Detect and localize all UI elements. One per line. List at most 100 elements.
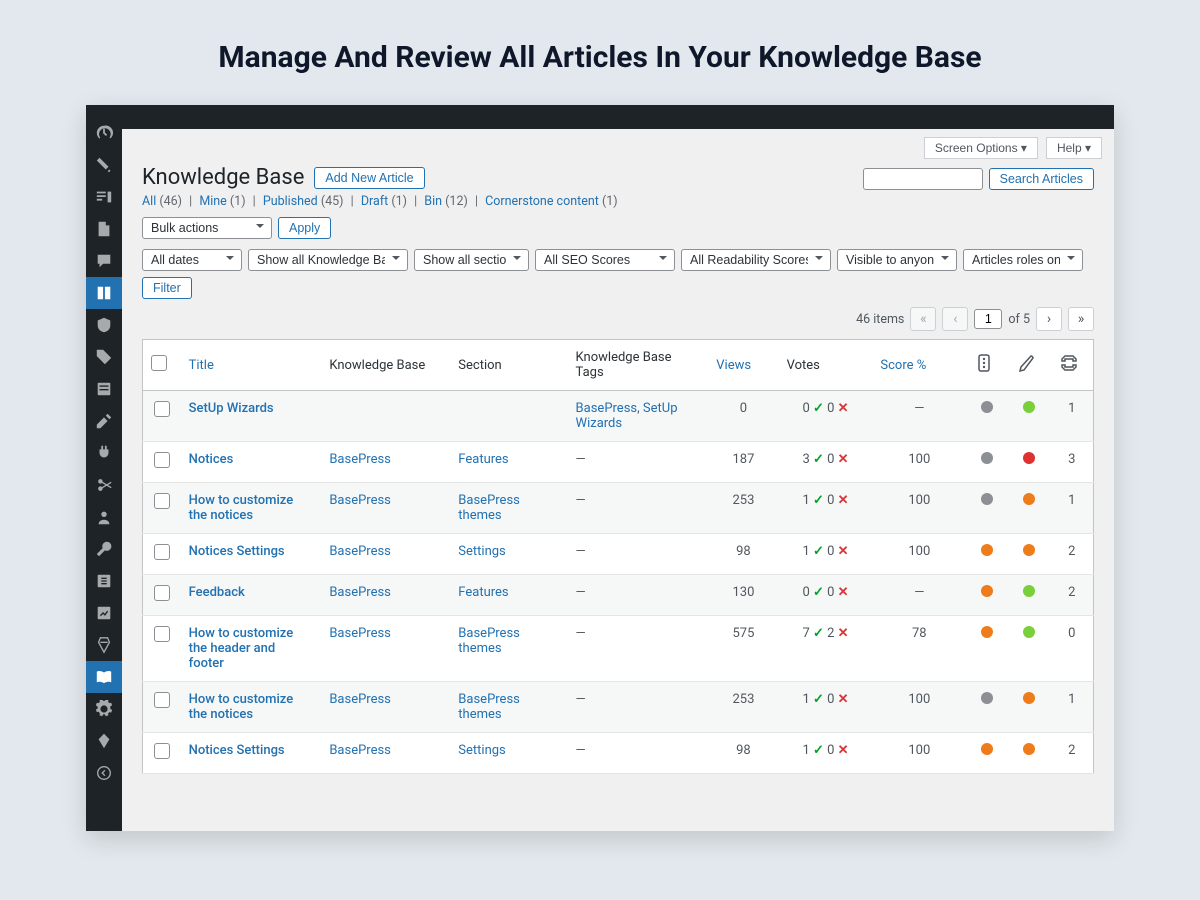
- col-title[interactable]: Title: [181, 340, 322, 391]
- filter-kb-select[interactable]: Show all Knowledge Bases: [248, 249, 408, 271]
- section-link[interactable]: BasePress themes: [458, 626, 520, 656]
- sidebar-item-pages[interactable]: [86, 213, 122, 245]
- filter-button[interactable]: Filter: [142, 277, 192, 299]
- first-page-button[interactable]: «: [910, 307, 936, 331]
- current-page-input[interactable]: [974, 309, 1002, 329]
- readability-dot: [1008, 616, 1050, 682]
- links-count: 2: [1051, 534, 1094, 575]
- search-articles-button[interactable]: Search Articles: [989, 168, 1094, 190]
- kb-link[interactable]: BasePress: [329, 493, 391, 508]
- admin-sidebar: [86, 105, 122, 831]
- article-title-link[interactable]: How to customize the notices: [189, 493, 294, 523]
- views-value: 0: [708, 391, 778, 442]
- page-title: Knowledge Base: [142, 165, 304, 190]
- tags-empty: —: [576, 692, 586, 707]
- sidebar-item-dashboard[interactable]: [86, 117, 122, 149]
- apply-bulk-button[interactable]: Apply: [278, 217, 331, 239]
- filter-mine[interactable]: Mine: [199, 194, 226, 209]
- sidebar-item-tools[interactable]: [86, 533, 122, 565]
- filter-all[interactable]: All: [142, 194, 156, 209]
- row-checkbox[interactable]: [154, 626, 170, 642]
- sidebar-item-settings[interactable]: [86, 565, 122, 597]
- sidebar-item-analytics[interactable]: [86, 597, 122, 629]
- row-checkbox[interactable]: [154, 452, 170, 468]
- tags-empty: —: [576, 626, 586, 641]
- filter-visibility-select[interactable]: Visible to anyone: [837, 249, 957, 271]
- kb-link[interactable]: BasePress: [329, 626, 391, 641]
- score-value: —: [872, 391, 966, 442]
- filter-readability-select[interactable]: All Readability Scores: [681, 249, 831, 271]
- select-all-checkbox[interactable]: [151, 355, 167, 371]
- section-link[interactable]: Features: [458, 452, 508, 467]
- tag-link[interactable]: BasePress: [576, 401, 638, 416]
- sidebar-item-forms[interactable]: [86, 373, 122, 405]
- article-title-link[interactable]: Feedback: [189, 585, 245, 600]
- table-row: SetUp WizardsBasePress, SetUp Wizards00 …: [143, 391, 1094, 442]
- row-checkbox[interactable]: [154, 743, 170, 759]
- section-link[interactable]: BasePress themes: [458, 692, 520, 722]
- seo-dot: [966, 682, 1008, 733]
- kb-link[interactable]: BasePress: [329, 452, 391, 467]
- article-title-link[interactable]: Notices Settings: [189, 544, 285, 559]
- section-link[interactable]: BasePress themes: [458, 493, 520, 523]
- sidebar-item-shield[interactable]: [86, 309, 122, 341]
- col-votes: Votes: [779, 340, 873, 391]
- sidebar-item-plugins[interactable]: [86, 437, 122, 469]
- sidebar-item-book[interactable]: [86, 661, 122, 693]
- kb-link[interactable]: BasePress: [329, 743, 391, 758]
- row-checkbox[interactable]: [154, 544, 170, 560]
- filter-draft[interactable]: Draft: [361, 194, 388, 209]
- sidebar-item-appearance[interactable]: [86, 405, 122, 437]
- col-score[interactable]: Score %: [872, 340, 966, 391]
- votes-value: 1 ✓ 0 ✕: [779, 534, 873, 575]
- readability-dot: [1008, 391, 1050, 442]
- row-checkbox[interactable]: [154, 493, 170, 509]
- col-kb: Knowledge Base: [321, 340, 450, 391]
- sidebar-item-collapse[interactable]: [86, 757, 122, 789]
- votes-value: 3 ✓ 0 ✕: [779, 442, 873, 483]
- screen-options-button[interactable]: Screen Options ▾: [924, 137, 1038, 159]
- sidebar-item-gear[interactable]: [86, 693, 122, 725]
- row-checkbox[interactable]: [154, 692, 170, 708]
- article-title-link[interactable]: How to customize the notices: [189, 692, 294, 722]
- col-section: Section: [450, 340, 567, 391]
- views-value: 187: [708, 442, 778, 483]
- kb-link[interactable]: BasePress: [329, 692, 391, 707]
- sidebar-item-tag[interactable]: [86, 341, 122, 373]
- article-title-link[interactable]: How to customize the header and footer: [189, 626, 294, 671]
- sidebar-item-media[interactable]: [86, 181, 122, 213]
- article-title-link[interactable]: SetUp Wizards: [189, 401, 274, 416]
- help-button[interactable]: Help ▾: [1046, 137, 1102, 159]
- kb-link[interactable]: BasePress: [329, 544, 391, 559]
- sidebar-item-knowledge-base[interactable]: [86, 277, 122, 309]
- sidebar-item-comments[interactable]: [86, 245, 122, 277]
- sidebar-item-diamond[interactable]: [86, 725, 122, 757]
- next-page-button[interactable]: ›: [1036, 307, 1062, 331]
- article-title-link[interactable]: Notices: [189, 452, 234, 467]
- filter-roles-select[interactable]: Articles roles only: [963, 249, 1083, 271]
- row-checkbox[interactable]: [154, 585, 170, 601]
- section-link[interactable]: Features: [458, 585, 508, 600]
- prev-page-button[interactable]: ‹: [942, 307, 968, 331]
- sidebar-item-users[interactable]: [86, 501, 122, 533]
- filter-cornerstone[interactable]: Cornerstone content: [485, 194, 599, 209]
- filter-dates-select[interactable]: All dates: [142, 249, 242, 271]
- last-page-button[interactable]: »: [1068, 307, 1094, 331]
- add-new-article-button[interactable]: Add New Article: [314, 167, 424, 189]
- section-link[interactable]: Settings: [458, 544, 505, 559]
- article-title-link[interactable]: Notices Settings: [189, 743, 285, 758]
- kb-link[interactable]: BasePress: [329, 585, 391, 600]
- bulk-actions-select[interactable]: Bulk actions: [142, 217, 272, 239]
- filter-published[interactable]: Published: [263, 194, 318, 209]
- section-link[interactable]: Settings: [458, 743, 505, 758]
- sidebar-item-scissors[interactable]: [86, 469, 122, 501]
- tags-empty: —: [576, 493, 586, 508]
- sidebar-item-posts[interactable]: [86, 149, 122, 181]
- filter-bin[interactable]: Bin: [424, 194, 442, 209]
- sidebar-item-seo[interactable]: [86, 629, 122, 661]
- search-input[interactable]: [863, 168, 983, 190]
- col-views[interactable]: Views: [708, 340, 778, 391]
- filter-seo-select[interactable]: All SEO Scores: [535, 249, 675, 271]
- row-checkbox[interactable]: [154, 401, 170, 417]
- filter-sections-select[interactable]: Show all sections: [414, 249, 529, 271]
